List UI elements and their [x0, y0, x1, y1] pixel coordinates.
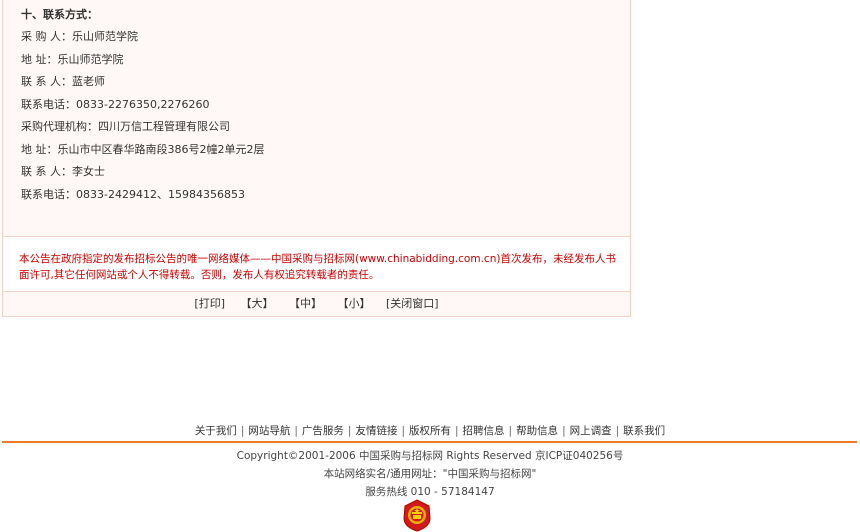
footer-separator: |: [240, 425, 245, 437]
footer-link-contact[interactable]: 联系我们: [623, 425, 665, 437]
font-medium-button[interactable]: 【中】: [289, 297, 322, 310]
footer-separator: |: [615, 425, 620, 437]
font-large-button[interactable]: 【大】: [241, 297, 274, 310]
footer-nav: 关于我们 | 网站导航 | 广告服务 | 友情链接 | 版权所有 | 招聘信息 | 帮助信息 | 网上调查 |…: [0, 423, 860, 439]
close-window-button[interactable]: [关闭窗口]: [386, 297, 439, 310]
contact-heading: 十、联系方式：: [21, 8, 98, 21]
footer-link-survey[interactable]: 网上调查: [570, 425, 612, 437]
contact-agency-person: 联 系 人：李女士: [21, 165, 105, 178]
copyright-notice: 本公告在政府指定的发布招标公告的唯一网络媒体——中国采购与招标网(www.chi…: [3, 236, 630, 292]
contact-purchaser-address: 地 址：乐山师范学院: [21, 52, 124, 66]
contact-purchaser: 采 购 人：乐山师范学院: [21, 30, 138, 43]
footer-link-copyright[interactable]: 版权所有: [409, 425, 451, 437]
announcement-panel: 十、联系方式： 采 购 人：乐山师范学院 地 址：乐山师范学院 联 系 人：蓝老…: [2, 0, 631, 317]
footer-divider: [2, 441, 857, 443]
contact-purchaser-phone: 联系电话：0833-2276350,2276260: [21, 97, 210, 111]
footer-link-sitemap[interactable]: 网站导航: [248, 425, 290, 437]
footer-separator: |: [294, 425, 298, 437]
footer-separator: |: [562, 425, 566, 437]
contact-section: 十、联系方式： 采 购 人：乐山师范学院 地 址：乐山师范学院 联 系 人：蓝老…: [21, 6, 265, 208]
article-actions: [打印] 【大】 【中】 【小】 [关闭窗口]: [3, 293, 630, 315]
footer-separator: |: [401, 425, 405, 437]
print-button[interactable]: [打印]: [194, 297, 225, 310]
footer-info: Copyright©2001-2006 中国采购与招标网 Rights Rese…: [0, 447, 860, 501]
font-small-button[interactable]: 【小】: [338, 297, 371, 310]
footer-separator: |: [347, 425, 352, 437]
national-emblem-icon: [403, 499, 431, 532]
footer-link-friends[interactable]: 友情链接: [355, 425, 397, 437]
contact-agency: 采购代理机构：四川万信工程管理有限公司: [21, 120, 230, 133]
footer-link-about[interactable]: 关于我们: [195, 425, 237, 437]
notice-text: 本公告在政府指定的发布招标公告的唯一网络媒体——中国采购与招标网(www.chi…: [19, 253, 616, 281]
contact-agency-address: 地 址：乐山市中区春华路南段386号2幢2单元2层: [21, 142, 265, 156]
contact-purchaser-person: 联 系 人：蓝老师: [21, 75, 105, 88]
footer-copyright: Copyright©2001-2006 中国采购与招标网 Rights Rese…: [236, 450, 624, 462]
footer-link-help[interactable]: 帮助信息: [516, 425, 558, 437]
contact-agency-phone: 联系电话：0833-2429412、15984356853: [21, 187, 245, 201]
footer-link-advertising[interactable]: 广告服务: [302, 425, 344, 437]
footer-site-name: 本站网络实名/通用网址："中国采购与招标网": [323, 468, 537, 480]
footer-separator: |: [508, 425, 513, 437]
footer-link-jobs[interactable]: 招聘信息: [463, 425, 505, 437]
footer-separator: |: [455, 425, 459, 437]
